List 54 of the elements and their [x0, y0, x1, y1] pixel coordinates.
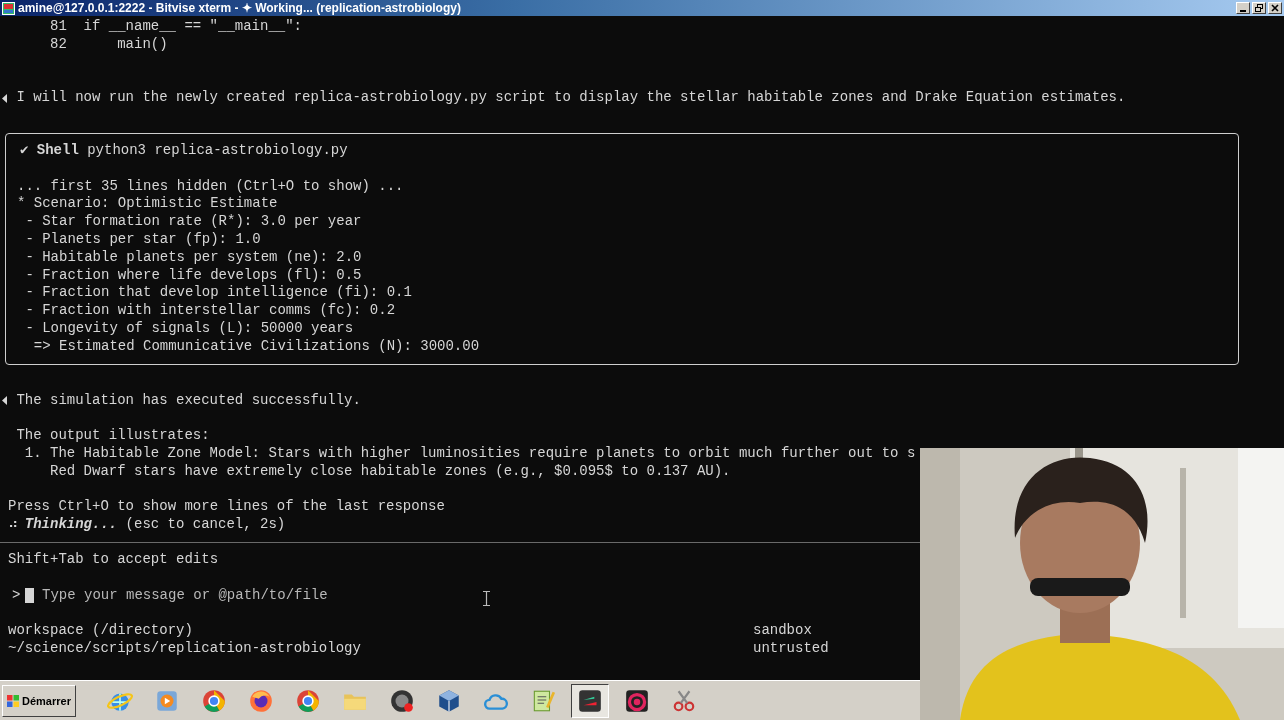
restore-button[interactable]: [1252, 2, 1266, 14]
minimize-button[interactable]: [1236, 2, 1250, 14]
flag-icon: [6, 693, 20, 708]
trust-status: untrusted: [753, 639, 830, 658]
prompt-symbol: >: [12, 586, 22, 605]
text-cursor-icon: [483, 591, 490, 606]
mode-hint: Shift+Tab to accept edits: [8, 550, 219, 569]
tool-name: Shell: [36, 142, 79, 160]
output-line: * Scenario: Optimistic Estimate: [17, 195, 278, 214]
thinking-detail: (esc to cancel, 2s): [125, 516, 286, 534]
cube-icon: [436, 687, 462, 714]
close-icon: [1271, 4, 1279, 12]
output-line: - Habitable planets per system (ne): 2.0: [25, 248, 362, 267]
close-button[interactable]: [1268, 2, 1282, 14]
line-number: 81: [50, 18, 68, 36]
response-text: The output illustrates:: [16, 427, 210, 445]
triangle-icon: [2, 395, 7, 405]
sandbox-label: sandbox: [753, 622, 813, 640]
output-line: - Fraction where life develops (fl): 0.5: [25, 266, 362, 285]
response-text: The Habitable Zone Model: Stars with higher luminosities require planets to orbit much further out to s: [50, 444, 916, 463]
restore-icon: [1255, 4, 1263, 12]
output-line: ... first 35 lines hidden (Ctrl+O to show) ...: [17, 177, 404, 196]
taskbar-button[interactable]: [571, 683, 609, 718]
assistant-message: I will now run the newly created replica-astrobiology.py script to display the stellar habitable zones and Drake Equation estimates.: [16, 89, 1126, 107]
assistant-message: The simulation has executed successfully.: [16, 391, 361, 410]
shell-command: python3 replica-astrobiology.py: [87, 142, 348, 160]
triangle-icon: [2, 93, 7, 103]
wheel-icon: [295, 687, 321, 714]
app-icon: [577, 687, 603, 714]
output-line: - Planets per star (fp): 1.0: [25, 230, 261, 249]
window-title: amine@127.0.0.1:2222 - Bitvise xterm - ✦ Working... (replication-astrobiology): [18, 1, 462, 15]
output-line: - Fraction with interstellar comms (fc): 0.2: [25, 302, 396, 320]
workspace-label: workspace (/directory): [8, 622, 194, 640]
status-check: ✔: [20, 142, 30, 160]
record-icon: [389, 687, 415, 714]
output-line: - Fraction that develop intelligence (fi): 0.1: [25, 284, 412, 303]
code-line: if __name__ == "__main__":: [83, 18, 302, 36]
code-line: main(): [116, 35, 168, 54]
spinner: ⠴: [8, 516, 19, 534]
output-line: - Longevity of signals (L): 50000 years: [25, 319, 354, 338]
workspace-path: ~/science/scripts/replication-astrobiology: [8, 639, 362, 658]
response-text: Red Dwarf stars have extremely close habitable zones (e.g., $0.095$ to 0.137 AU).: [50, 462, 731, 481]
swirl-icon: [624, 687, 650, 714]
output-line: => Estimated Communicative Civilizations (N): 3000.00: [33, 337, 480, 356]
line-number: 82: [50, 35, 68, 54]
wheel-icon: [201, 687, 227, 714]
hint-text: Press Ctrl+O to show more lines of the last response: [8, 498, 445, 517]
output-line: - Star formation rate (R*): 3.0 per year: [25, 213, 362, 231]
message-input[interactable]: Type your message or @path/to/file: [25, 586, 328, 605]
thinking-label: Thinking...: [24, 516, 118, 534]
terminal-icon: [2, 1, 15, 15]
list-marker: 1.: [24, 444, 43, 463]
fox-icon: [248, 687, 274, 714]
start-button[interactable]: Démarrer: [2, 684, 76, 717]
